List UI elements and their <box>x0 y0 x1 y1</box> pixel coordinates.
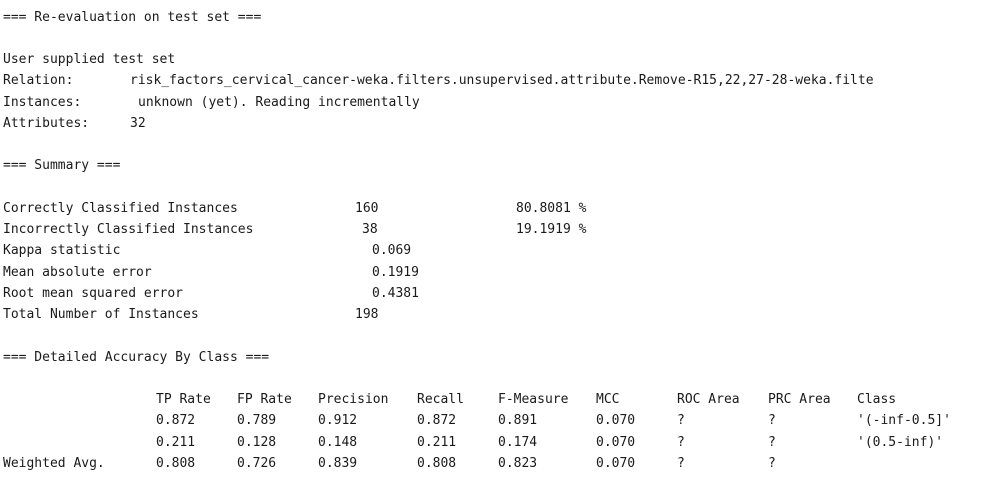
table-cell: 0.839 <box>318 456 358 471</box>
column-header: Class <box>857 392 897 407</box>
column-header: Recall <box>417 392 464 407</box>
table-cell: '(0.5-inf)' <box>857 435 944 450</box>
summary-header: === Summary === <box>3 158 121 173</box>
summary-label: Total Number of Instances <box>3 307 199 322</box>
summary-label: Incorrectly Classified Instances <box>3 222 254 237</box>
table-cell: 0.912 <box>318 413 358 428</box>
table-cell: 0.211 <box>417 435 457 450</box>
table-cell: 0.872 <box>417 413 457 428</box>
table-cell: 0.070 <box>596 456 636 471</box>
summary-value: 0.069 <box>372 243 412 258</box>
summary-value: 0.4381 <box>372 286 419 301</box>
table-cell: 0.070 <box>596 413 636 428</box>
table-cell: 0.211 <box>156 435 196 450</box>
summary-value: 38 <box>362 222 378 237</box>
table-cell: ? <box>768 456 776 471</box>
summary-label: Mean absolute error <box>3 265 152 280</box>
summary-label: Root mean squared error <box>3 286 184 301</box>
summary-label: Correctly Classified Instances <box>3 201 238 216</box>
column-header: PRC Area <box>768 392 831 407</box>
table-cell: 0.174 <box>498 435 538 450</box>
table-cell: 0.872 <box>156 413 196 428</box>
column-header: ROC Area <box>677 392 740 407</box>
column-header: TP Rate <box>156 392 211 407</box>
table-cell: 0.070 <box>596 435 636 450</box>
table-cell: ? <box>768 435 776 450</box>
table-cell: '(-inf-0.5]' <box>857 413 951 428</box>
instances-value: unknown (yet). Reading incrementally <box>138 95 420 110</box>
summary-value: 198 <box>355 307 379 322</box>
table-cell: ? <box>677 413 685 428</box>
table-cell: ? <box>677 435 685 450</box>
table-cell: 0.726 <box>237 456 277 471</box>
table-cell: 0.823 <box>498 456 538 471</box>
table-cell: 0.808 <box>417 456 457 471</box>
table-cell: 0.808 <box>156 456 196 471</box>
attributes-value: 32 <box>130 116 146 131</box>
table-cell: 0.128 <box>237 435 277 450</box>
summary-percent: 80.8081 % <box>516 201 587 216</box>
summary-label: Kappa statistic <box>3 243 121 258</box>
column-header: FP Rate <box>237 392 292 407</box>
column-header: F-Measure <box>498 392 569 407</box>
table-cell: ? <box>677 456 685 471</box>
instances-label: Instances: <box>3 95 82 110</box>
test-set-source: User supplied test set <box>3 52 176 67</box>
reevaluation-header: === Re-evaluation on test set === <box>3 10 262 25</box>
summary-value: 160 <box>355 201 379 216</box>
relation-label: Relation: <box>3 73 74 88</box>
column-header: MCC <box>596 392 620 407</box>
column-header: Precision <box>318 392 389 407</box>
summary-percent: 19.1919 % <box>516 222 587 237</box>
relation-value: risk_factors_cervical_cancer-weka.filter… <box>130 73 874 88</box>
summary-value: 0.1919 <box>372 265 419 280</box>
table-cell: 0.891 <box>498 413 538 428</box>
row-label: Weighted Avg. <box>3 456 105 471</box>
table-cell: 0.789 <box>237 413 277 428</box>
attributes-label: Attributes: <box>3 116 90 131</box>
table-cell: ? <box>768 413 776 428</box>
table-cell: 0.148 <box>318 435 358 450</box>
accuracy-header: === Detailed Accuracy By Class === <box>3 350 270 365</box>
classifier-output-panel: === Re-evaluation on test set === User s… <box>0 0 982 485</box>
